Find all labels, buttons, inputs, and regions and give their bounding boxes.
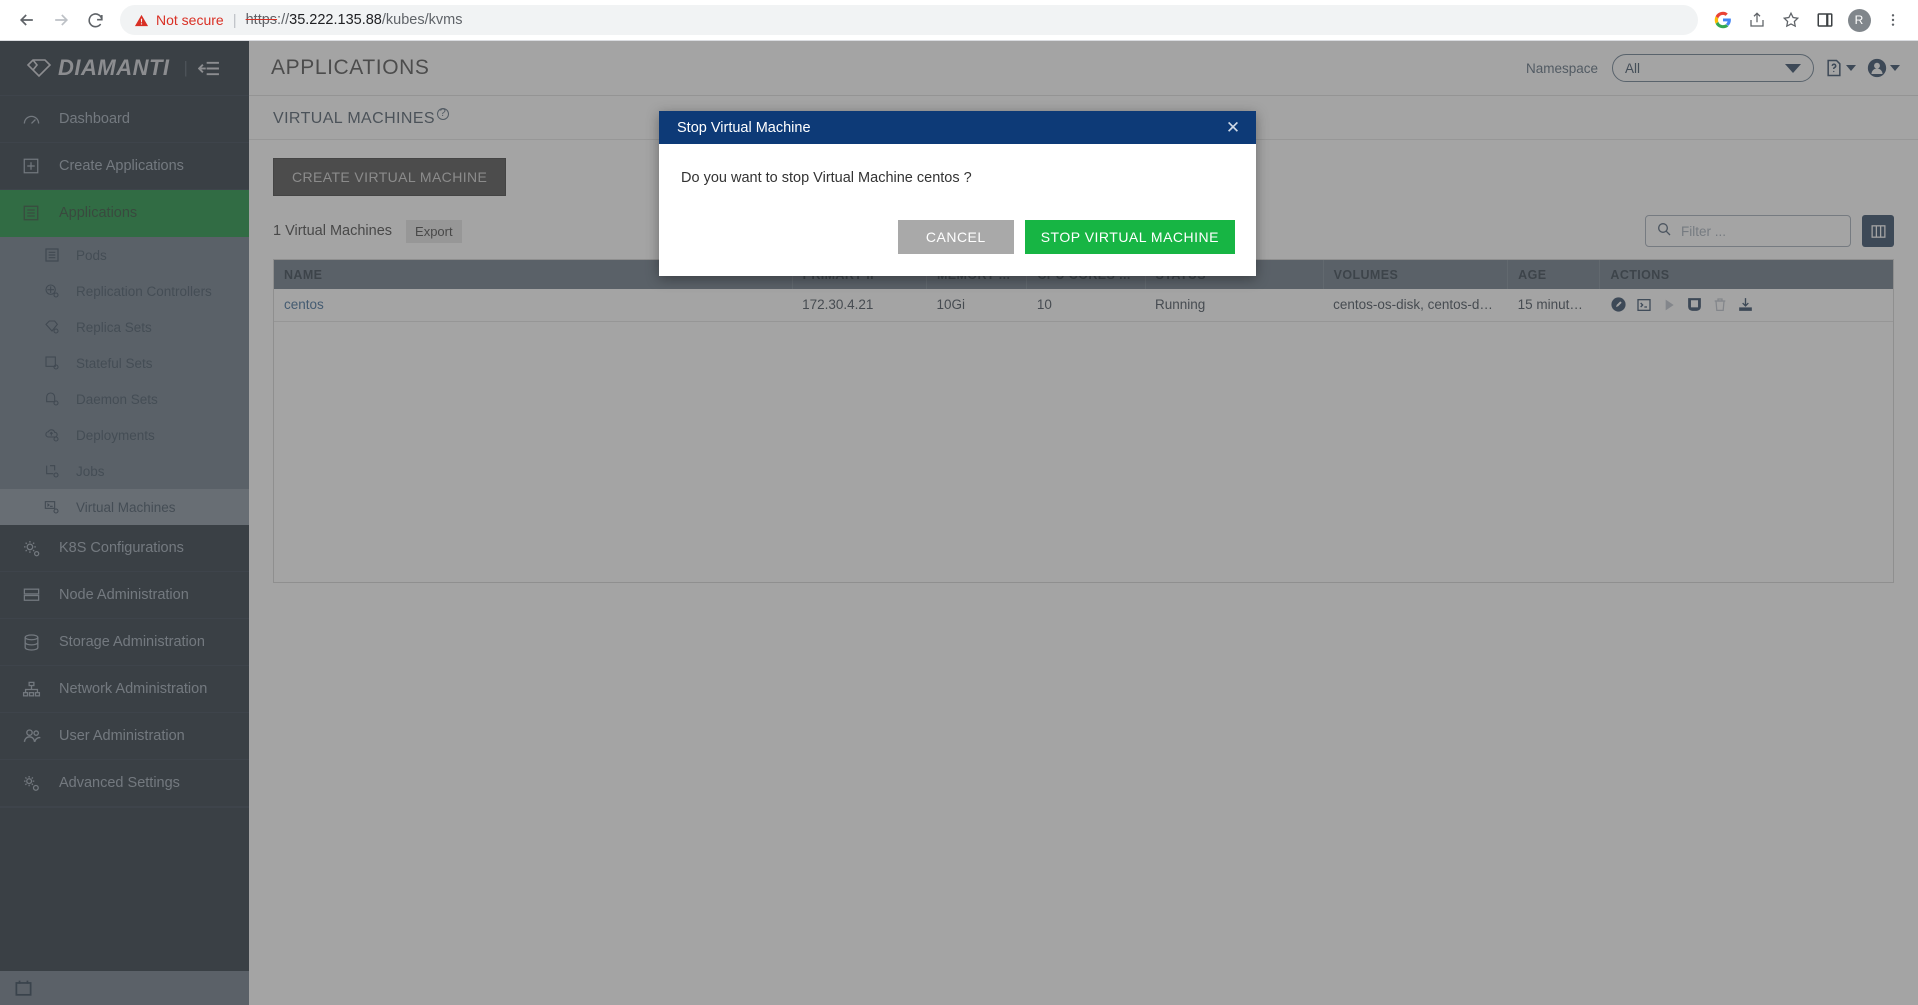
dialog-footer: CANCEL STOP VIRTUAL MACHINE bbox=[659, 202, 1256, 276]
url-separator: :// bbox=[277, 12, 290, 28]
forward-arrow-icon bbox=[55, 14, 69, 26]
not-secure-warning-icon bbox=[134, 13, 149, 28]
back-button[interactable] bbox=[10, 3, 44, 37]
browser-toolbar: Not secure | https://35.222.135.88/kubes… bbox=[0, 0, 1918, 41]
share-icon bbox=[1750, 12, 1764, 27]
cancel-button[interactable]: CANCEL bbox=[897, 220, 1014, 254]
kebab-menu-icon bbox=[1891, 14, 1895, 26]
reload-icon bbox=[87, 12, 103, 27]
omnibox-divider: | bbox=[232, 11, 237, 29]
not-secure-label: Not secure bbox=[156, 12, 224, 28]
url-scheme: https bbox=[245, 12, 278, 28]
close-icon[interactable]: ✕ bbox=[1222, 117, 1244, 139]
browser-action-icons: R bbox=[1708, 5, 1908, 35]
dialog-message: Do you want to stop Virtual Machine cent… bbox=[681, 170, 972, 186]
dialog-header: Stop Virtual Machine ✕ bbox=[659, 111, 1256, 144]
back-arrow-icon bbox=[19, 14, 33, 26]
sidepanel-button[interactable] bbox=[1810, 5, 1840, 35]
reload-button[interactable] bbox=[78, 3, 112, 37]
profile-button[interactable]: R bbox=[1844, 5, 1874, 35]
side-panel-icon bbox=[1817, 13, 1833, 27]
share-button[interactable] bbox=[1742, 5, 1772, 35]
bookmark-button[interactable] bbox=[1776, 5, 1806, 35]
application-root: DIAMANTI | Dashboard bbox=[0, 41, 1918, 1005]
address-bar[interactable]: Not secure | https://35.222.135.88/kubes… bbox=[120, 5, 1698, 35]
url-text: https://35.222.135.88/kubes/kvms bbox=[246, 12, 463, 28]
url-path: /kubes/kvms bbox=[381, 12, 463, 28]
star-icon bbox=[1782, 11, 1800, 28]
forward-button[interactable] bbox=[44, 3, 78, 37]
chrome-menu-button[interactable] bbox=[1878, 5, 1908, 35]
google-account-button[interactable] bbox=[1708, 5, 1738, 35]
stop-virtual-machine-button[interactable]: STOP VIRTUAL MACHINE bbox=[1024, 220, 1235, 254]
url-host: 35.222.135.88 bbox=[289, 12, 382, 28]
dialog-title: Stop Virtual Machine bbox=[677, 119, 811, 136]
avatar: R bbox=[1847, 8, 1871, 32]
stop-virtual-machine-dialog: Stop Virtual Machine ✕ Do you want to st… bbox=[659, 111, 1256, 276]
google-icon bbox=[1714, 11, 1731, 29]
